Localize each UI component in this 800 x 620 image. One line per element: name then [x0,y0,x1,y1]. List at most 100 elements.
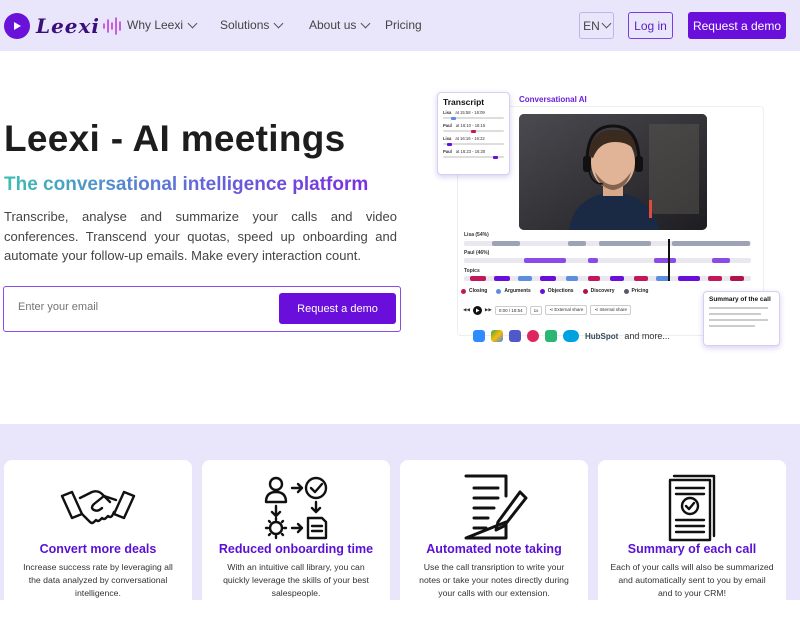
transcript-time: at 16:23 - 16:30 [455,149,486,154]
timeline-playhead[interactable] [668,239,670,281]
google-meet-icon [491,330,503,342]
transcript-speaker: Paul [443,123,452,128]
language-label: EN [583,18,600,33]
transcript-row: Lisa at 16:16 - 16:22 [443,136,504,146]
legend-label: Pricing [631,288,649,294]
chevron-down-icon [273,18,284,28]
call-summary-card: Summary of the call [703,291,780,346]
salesforce-icon [563,330,579,342]
nav-about-us[interactable]: About us [309,18,371,32]
transcript-card: Transcript Lisa at 15:58 - 16:09 Paul at 1… [437,92,510,175]
feature-card-summary: Summary of each call Each of your calls … [598,460,786,620]
paul-talk-label: Paul (46%) [464,250,490,256]
transcript-time: at 16:10 - 16:15 [455,123,486,128]
play-button[interactable] [472,305,482,315]
feature-description: Use the call transription to write your … [419,562,569,598]
feature-card-onboarding: Reduced onboarding time With an intuitiv… [202,460,390,620]
onboarding-flow-icon [264,476,328,540]
person-with-headset-illustration [519,114,707,230]
hero-description: Transcribe, analyse and summarize your c… [4,209,397,263]
internal-share-label: Internal share [599,307,627,312]
hero-subtitle: The conversational intelligence platform [4,174,369,195]
summary-title: Summary of the call [709,296,771,303]
time-readout: 0:00 / 18:54 [494,305,527,315]
rewind-icon[interactable]: ◀◀ [463,307,470,313]
note-writing-icon [464,474,528,540]
transcript-speaker: Lisa [443,110,452,115]
legend-label: Objections [547,288,574,294]
nav-pricing-label: Pricing [385,18,422,32]
ringover-icon [545,330,557,342]
topics-legend: Closing Arguments Objections Discovery P… [461,288,648,294]
transcript-row: Lisa at 15:58 - 16:09 [443,110,504,120]
transcript-time: at 16:16 - 16:22 [455,136,485,141]
feature-description: With an intuitive call library, you can … [223,562,369,598]
handshake-icon [60,490,136,525]
top-navbar: Leexi Why Leexi Solutions About us Prici… [0,0,800,51]
legend-arguments: Arguments [496,288,531,294]
legend-label: Closing [469,288,488,294]
external-share-button[interactable]: ⋖ External share [545,305,588,315]
aircall-icon [527,330,539,342]
lisa-talk-label: Lisa (54%) [464,232,489,238]
topics-label: Topics [464,268,480,274]
integrations-row: HubSpot and more... [473,330,670,342]
feature-title: Automated note taking [426,542,562,556]
transcript-time: at 15:58 - 16:09 [455,110,485,115]
email-request-demo-button[interactable]: Request a demo [279,293,396,324]
feature-card-convert: Convert more deals Increase success rate… [4,460,192,620]
feature-description: Increase success rate by leveraging all … [23,562,173,598]
feature-title: Summary of each call [627,542,757,556]
legend-discovery: Discovery [582,288,615,294]
and-more-label: and more... [624,331,670,341]
summary-document-icon [668,474,716,542]
conversational-ai-label: Conversational AI [519,95,587,104]
legend-closing: Closing [461,288,487,294]
feature-description: Each of your calls will also be summariz… [610,562,774,598]
feature-card-notes: Automated note taking Use the call trans… [400,460,588,620]
nav-why-leexi-label: Why Leexi [127,18,184,32]
nav-solutions-label: Solutions [220,18,270,32]
feature-title: Reduced onboarding time [218,542,374,556]
paul-talk-track[interactable] [464,258,751,263]
legend-pricing: Pricing [623,288,649,294]
chevron-down-icon [187,18,198,28]
transcript-speaker: Paul [443,149,452,154]
transcript-row: Paul at 16:10 - 16:15 [443,123,504,133]
email-input[interactable] [18,301,268,313]
leexi-logo[interactable]: Leexi [4,13,124,39]
external-share-label: External share [554,307,584,312]
waveform-icon [103,17,121,35]
transcript-row: Paul at 16:23 - 16:30 [443,149,504,159]
nav-why-leexi[interactable]: Why Leexi [127,18,198,32]
transcript-speaker: Lisa [443,136,452,141]
zoom-icon [473,330,485,342]
transcript-title: Transcript [443,97,485,107]
product-mockup: Conversational AI Transcript Lisa at 15:5… [437,92,787,354]
email-signup-form: Request a demo [3,286,401,332]
hubspot-logo: HubSpot [585,331,619,341]
legend-objections: Objections [539,288,574,294]
chevron-down-icon [360,18,371,28]
legend-label: Arguments [504,288,531,294]
nav-about-us-label: About us [309,18,357,32]
request-demo-button[interactable]: Request a demo [688,12,786,39]
nav-pricing[interactable]: Pricing [385,18,422,32]
microsoft-teams-icon [509,330,521,342]
legend-label: Discovery [590,288,615,294]
forward-icon[interactable]: ▶▶ [485,307,492,313]
internal-share-button[interactable]: ⋖ Internal share [590,305,631,315]
nav-solutions[interactable]: Solutions [220,18,284,32]
hero-title: Leexi - AI meetings [4,118,346,159]
lisa-talk-track[interactable] [464,241,751,246]
video-call-image [519,114,707,230]
feature-title: Convert more deals [39,542,157,556]
language-selector[interactable]: EN [579,12,614,39]
play-logo-icon [4,13,30,39]
speed-button[interactable]: 1x [529,305,543,315]
brand-wordmark: Leexi [36,14,101,38]
chevron-down-icon [601,18,612,29]
player-controls: ◀◀ ▶▶ 0:00 / 18:54 1x ⋖ External share ⋖… [463,305,631,315]
login-button[interactable]: Log in [628,12,673,39]
topics-track[interactable] [464,276,751,281]
